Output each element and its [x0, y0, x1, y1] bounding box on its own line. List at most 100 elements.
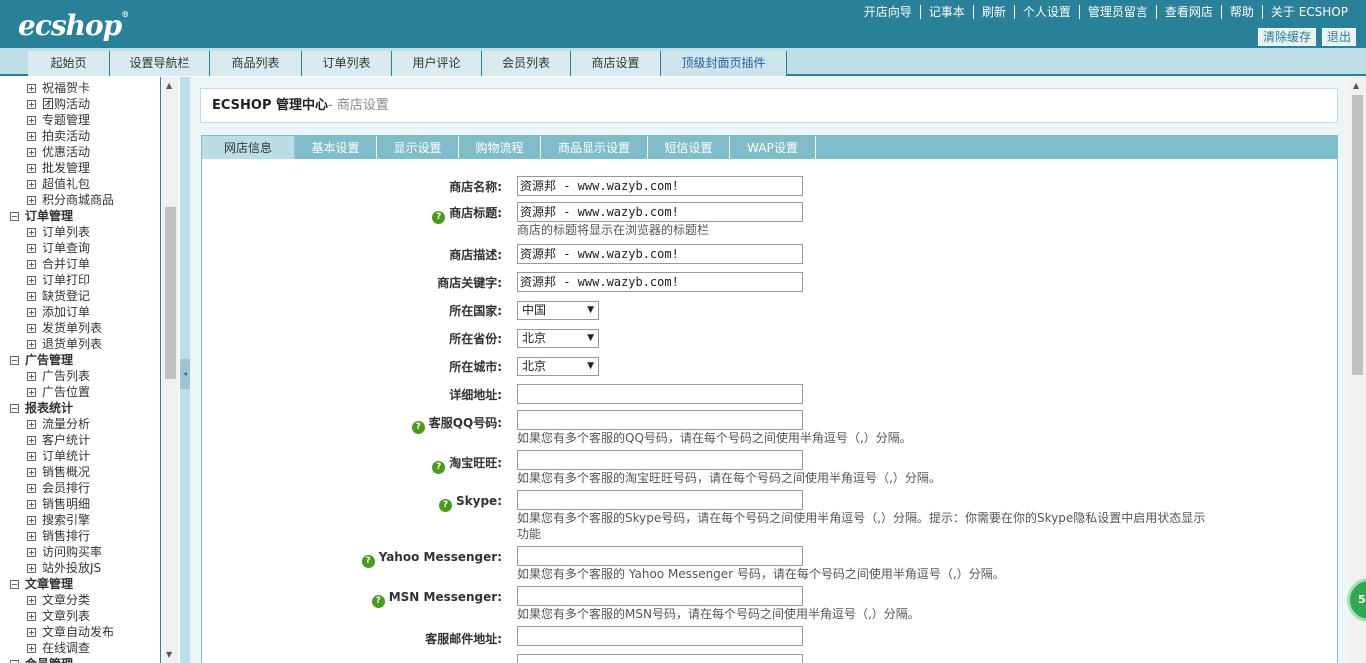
- menu-item[interactable]: 合并订单: [0, 256, 160, 272]
- nav-tab-start[interactable]: 起始页: [28, 51, 110, 76]
- menu-label: 团购活动: [42, 97, 91, 111]
- menu-item[interactable]: 会员排行: [0, 480, 160, 496]
- shop-keywords-input[interactable]: 资源邦 - www.wazyb.com!: [517, 272, 803, 292]
- menu-item[interactable]: 订单统计: [0, 448, 160, 464]
- top-link-notepad[interactable]: 记事本: [919, 5, 973, 19]
- menu-item[interactable]: 广告位置: [0, 384, 160, 400]
- menu-item[interactable]: 广告列表: [0, 368, 160, 384]
- tab-basic-settings[interactable]: 基本设置: [295, 136, 377, 160]
- clear-cache-button[interactable]: 清除缓存: [1257, 28, 1316, 46]
- menu-item[interactable]: 祝福贺卡: [0, 80, 160, 96]
- menu-item[interactable]: 流量分析: [0, 416, 160, 432]
- frame-splitter[interactable]: ◂: [180, 77, 190, 663]
- top-link-about[interactable]: 关于 ECSHOP: [1261, 5, 1356, 19]
- menu-group[interactable]: 报表统计: [0, 400, 160, 416]
- tab-goods-display[interactable]: 商品显示设置: [541, 136, 648, 160]
- tab-wap-settings[interactable]: WAP设置: [730, 136, 816, 160]
- menu-item[interactable]: 文章自动发布: [0, 624, 160, 640]
- menu-item[interactable]: 缺货登记: [0, 288, 160, 304]
- menu-item[interactable]: 订单打印: [0, 272, 160, 288]
- help-icon[interactable]: ?: [371, 595, 385, 608]
- menu-item[interactable]: 访问购买率: [0, 544, 160, 560]
- menu-label: 添加订单: [42, 305, 91, 319]
- scroll-up-arrow-icon[interactable]: ▲: [166, 81, 172, 90]
- menu-item[interactable]: 团购活动: [0, 96, 160, 112]
- province-select[interactable]: 北京 ▼: [517, 329, 599, 348]
- top-link-help[interactable]: 帮助: [1220, 5, 1262, 19]
- menu-item[interactable]: 添加订单: [0, 304, 160, 320]
- nav-tab-order-list[interactable]: 订单列表: [302, 51, 392, 76]
- city-select[interactable]: 北京 ▼: [517, 357, 599, 376]
- top-link-refresh[interactable]: 刷新: [972, 5, 1014, 19]
- top-link-view-store[interactable]: 查看网店: [1155, 5, 1221, 19]
- shop-name-input[interactable]: 资源邦 - www.wazyb.com!: [517, 176, 803, 196]
- menu-item[interactable]: 文章列表: [0, 608, 160, 624]
- menu-item[interactable]: 积分商城商品: [0, 192, 160, 208]
- left-menu-scrollbar[interactable]: ▲ ▼: [162, 77, 179, 663]
- menu-item[interactable]: 优惠活动: [0, 144, 160, 160]
- menu-item[interactable]: 发货单列表: [0, 320, 160, 336]
- ecshop-logo[interactable]: ecshop®: [18, 9, 129, 42]
- top-link-admin-messages[interactable]: 管理员留言: [1078, 5, 1156, 19]
- expand-icon: [27, 308, 36, 317]
- help-icon[interactable]: ?: [411, 421, 425, 434]
- menu-label: 订单统计: [42, 449, 91, 463]
- menu-item[interactable]: 文章分类: [0, 592, 160, 608]
- menu-group[interactable]: 订单管理: [0, 208, 160, 224]
- help-icon[interactable]: ?: [361, 555, 375, 568]
- menu-item[interactable]: 客户统计: [0, 432, 160, 448]
- menu-item[interactable]: 退货单列表: [0, 336, 160, 352]
- address-input[interactable]: [517, 384, 803, 404]
- top-link-personal-settings[interactable]: 个人设置: [1013, 5, 1079, 19]
- yahoo-input[interactable]: [517, 546, 803, 566]
- expand-icon: [27, 420, 36, 429]
- menu-item[interactable]: 在线调查: [0, 640, 160, 656]
- menu-item[interactable]: 站外投放JS: [0, 560, 160, 576]
- menu-item[interactable]: 订单列表: [0, 224, 160, 240]
- nav-tab-member-list[interactable]: 会员列表: [482, 51, 571, 76]
- help-icon[interactable]: ?: [432, 211, 446, 224]
- menu-item[interactable]: 批发管理: [0, 160, 160, 176]
- left-scroll-thumb[interactable]: [165, 207, 176, 379]
- menu-item[interactable]: 订单查询: [0, 240, 160, 256]
- collapse-left-icon[interactable]: ◂: [180, 359, 190, 389]
- top-link-setup-wizard[interactable]: 开店向导: [856, 5, 920, 19]
- next-field-input[interactable]: [517, 654, 803, 663]
- content-scroll-thumb[interactable]: [1352, 95, 1363, 375]
- tab-shopping-flow[interactable]: 购物流程: [459, 136, 541, 160]
- menu-group[interactable]: 会员管理: [0, 656, 160, 663]
- content-scrollbar[interactable]: ▲: [1349, 77, 1366, 663]
- province-label: 所在省份:: [449, 332, 502, 346]
- tab-display-settings[interactable]: 显示设置: [377, 136, 459, 160]
- scroll-down-arrow-icon[interactable]: ▼: [166, 650, 172, 659]
- country-select[interactable]: 中国 ▼: [517, 301, 599, 320]
- nav-tab-shop-settings[interactable]: 商店设置: [571, 51, 661, 76]
- scroll-up-arrow-icon[interactable]: ▲: [1353, 81, 1359, 90]
- menu-label: 发货单列表: [42, 321, 103, 335]
- tab-shop-info[interactable]: 网店信息: [202, 136, 295, 161]
- shop-title-input[interactable]: 资源邦 - www.wazyb.com!: [517, 202, 803, 222]
- logout-button[interactable]: 退出: [1321, 28, 1356, 46]
- menu-item[interactable]: 销售排行: [0, 528, 160, 544]
- qq-input[interactable]: [517, 410, 803, 430]
- wangwang-input[interactable]: [517, 450, 803, 470]
- skype-input[interactable]: [517, 490, 803, 510]
- tab-sms-settings[interactable]: 短信设置: [648, 136, 730, 160]
- menu-group[interactable]: 广告管理: [0, 352, 160, 368]
- nav-tab-user-comments[interactable]: 用户评论: [392, 51, 482, 76]
- msn-input[interactable]: [517, 586, 803, 606]
- service-email-input[interactable]: [517, 626, 803, 646]
- menu-item[interactable]: 销售明细: [0, 496, 160, 512]
- menu-item[interactable]: 拍卖活动: [0, 128, 160, 144]
- menu-group[interactable]: 文章管理: [0, 576, 160, 592]
- menu-item[interactable]: 超值礼包: [0, 176, 160, 192]
- shop-desc-input[interactable]: 资源邦 - www.wazyb.com!: [517, 244, 803, 264]
- help-icon[interactable]: ?: [432, 461, 446, 474]
- nav-tab-cover-plugin[interactable]: 顶级封面页插件: [661, 51, 787, 76]
- help-icon[interactable]: ?: [439, 499, 453, 512]
- menu-item[interactable]: 专题管理: [0, 112, 160, 128]
- menu-item[interactable]: 销售概况: [0, 464, 160, 480]
- nav-tab-nav-settings[interactable]: 设置导航栏: [110, 51, 210, 76]
- menu-item[interactable]: 搜索引擎: [0, 512, 160, 528]
- nav-tab-goods-list[interactable]: 商品列表: [210, 51, 302, 76]
